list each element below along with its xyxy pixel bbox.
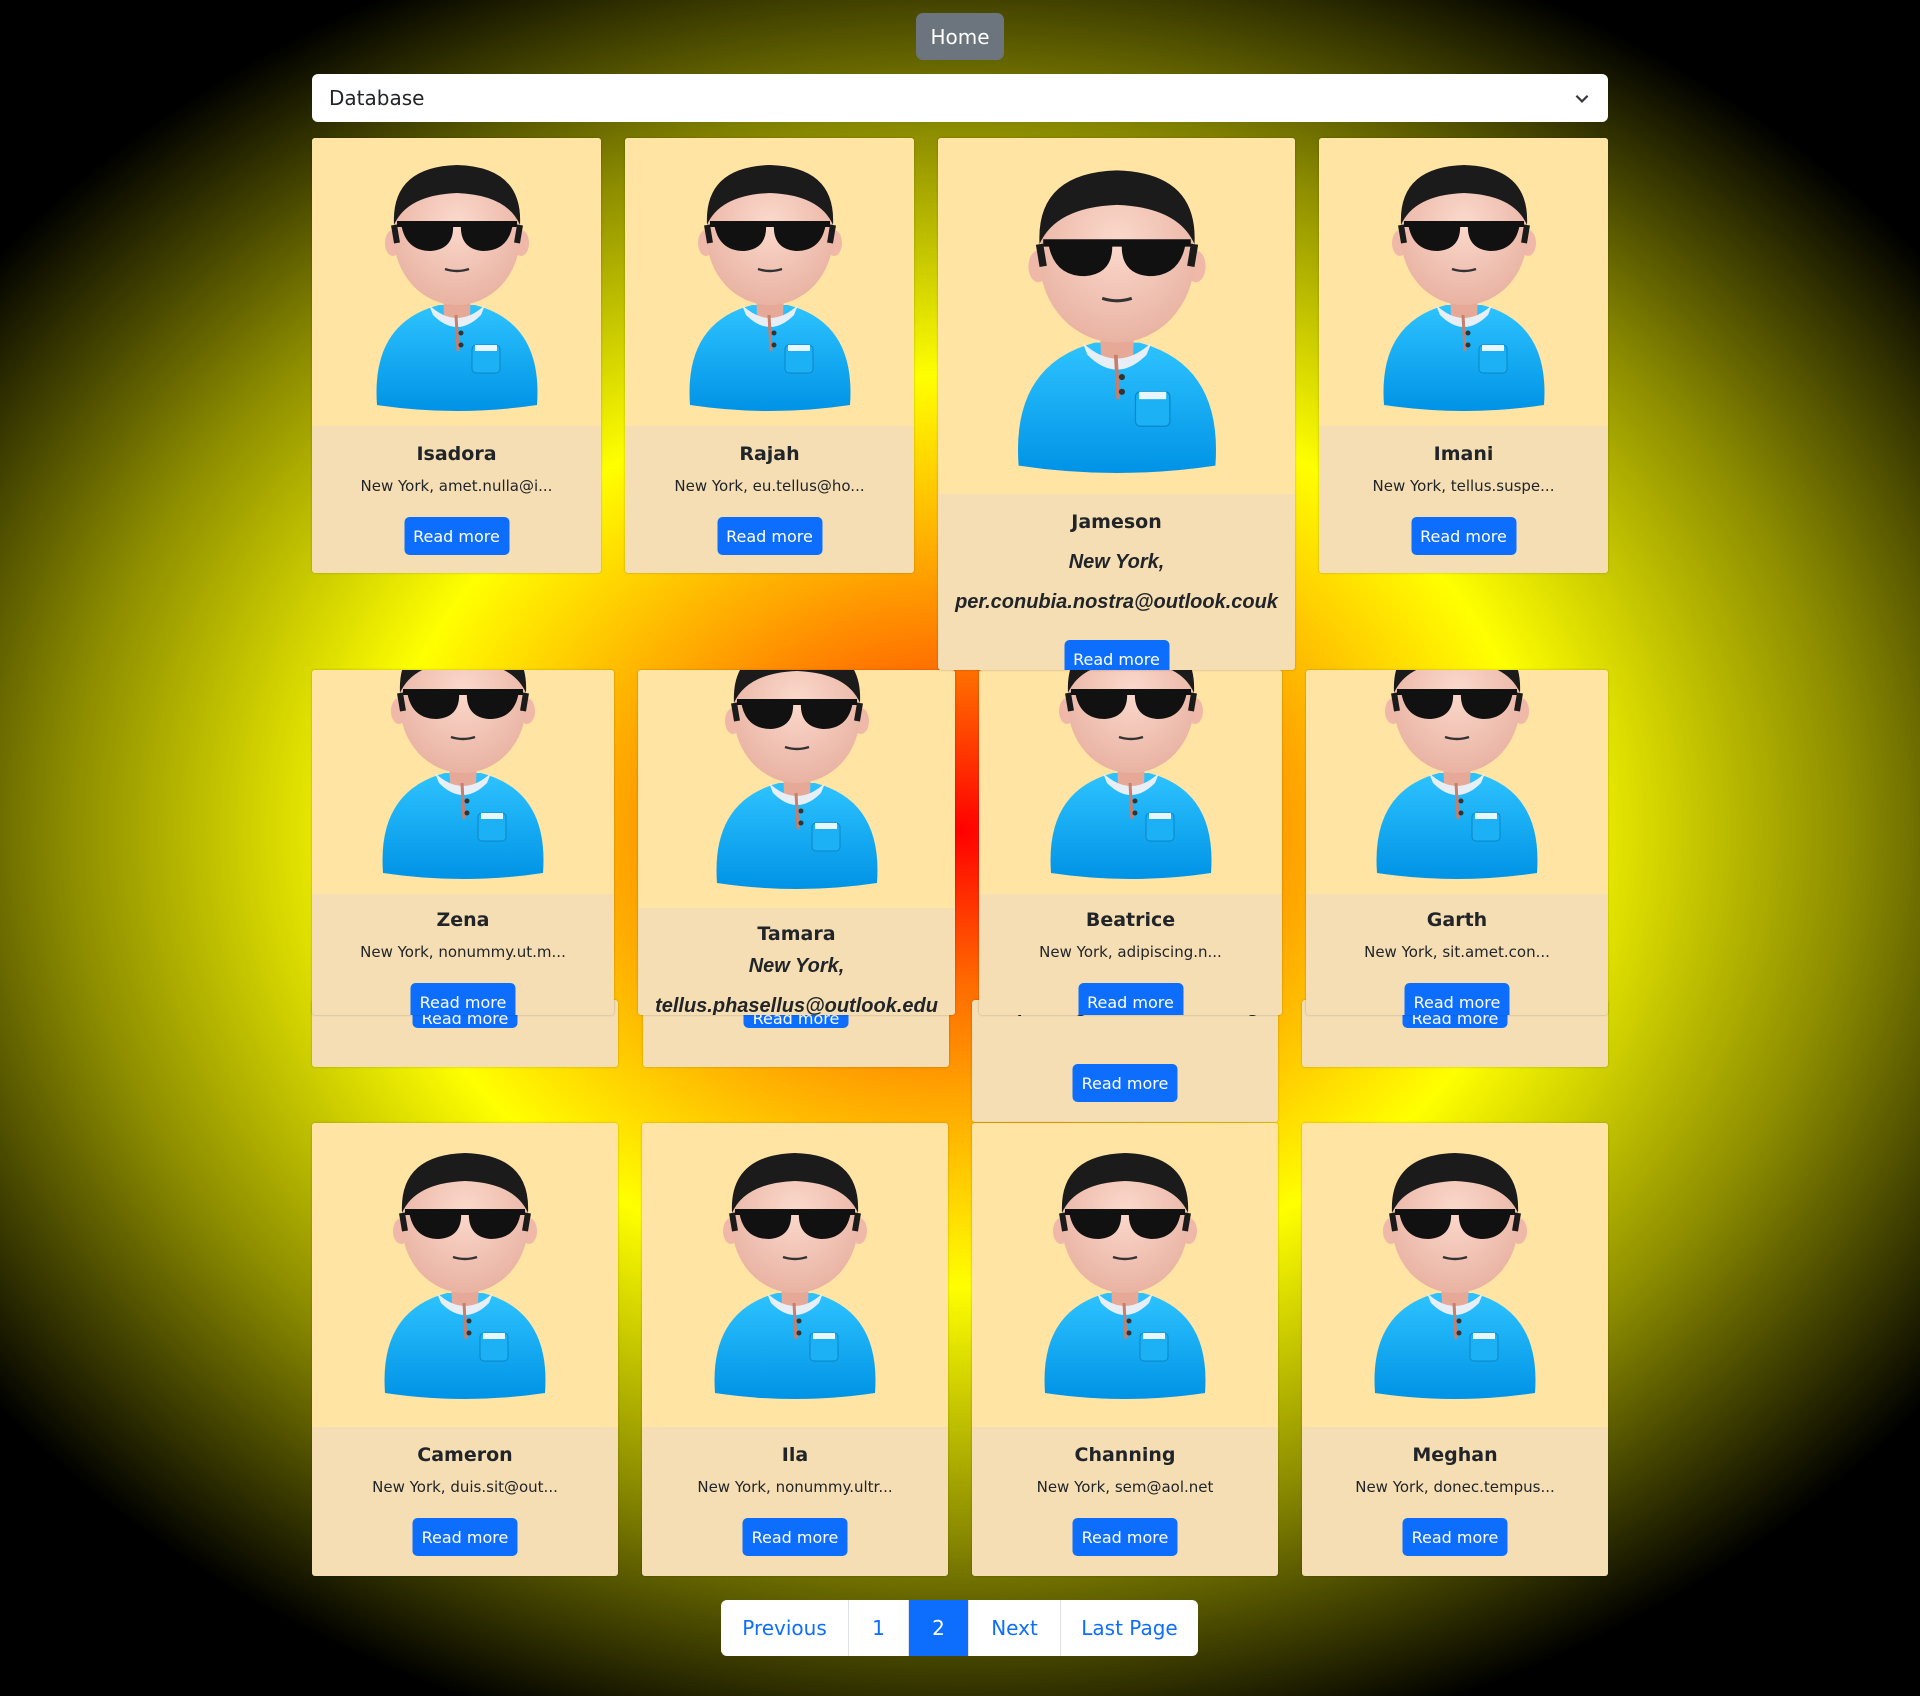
read-more-button[interactable]: Read more — [1072, 1518, 1178, 1556]
profile-card-beatrice: Beatrice New York, adipiscing.n... Read … — [979, 670, 1282, 1015]
card-name: Cameron — [417, 1444, 513, 1466]
read-more-button[interactable]: Read more — [1402, 1518, 1508, 1556]
avatar — [312, 1123, 618, 1427]
profile-card-channing: Channing New York, sem@aol.net Read more — [972, 1123, 1278, 1576]
read-more-button[interactable]: Read more — [1078, 983, 1183, 1015]
profile-card-tamara: Tamara New York, tellus.phasellus@outloo… — [638, 670, 955, 1015]
card-info: New York, eu.tellus@ho... — [674, 477, 865, 495]
profile-card-imani: Imani New York, tellus.suspe... Read mor… — [1319, 138, 1608, 573]
read-more-button[interactable]: Read more — [410, 983, 516, 1015]
card-info: New York, nonummy.ut.m... — [360, 943, 566, 961]
read-more-button[interactable]: Read more — [1064, 640, 1169, 670]
card-info: New York, donec.tempus... — [1355, 1478, 1555, 1496]
card-name: Jameson — [1071, 511, 1162, 533]
pagination-last-page[interactable]: Last Page — [1061, 1600, 1198, 1656]
profile-card-rajah: Rajah New York, eu.tellus@ho... Read mor… — [625, 138, 914, 573]
card-info-line1: New York, — [748, 955, 845, 977]
card-info: New York, sem@aol.net — [1036, 1478, 1214, 1496]
card-info-line2: tellus.phasellus@outlook.edu — [655, 995, 938, 1015]
card-info: New York, duis.sit@out... — [372, 1478, 558, 1496]
pagination-next[interactable]: Next — [969, 1600, 1061, 1656]
card-info: New York, tellus.suspe... — [1372, 477, 1555, 495]
avatar — [312, 138, 601, 426]
category-select-value: Database — [329, 86, 425, 110]
card-name: Zena — [436, 909, 490, 931]
read-more-button[interactable]: Read more — [404, 517, 509, 555]
card-info: New York, sit.amet.con... — [1364, 943, 1550, 961]
profile-card-garth: Garth New York, sit.amet.con... Read mor… — [1306, 670, 1608, 1015]
card-info: New York, amet.nulla@i... — [360, 477, 553, 495]
pagination-previous[interactable]: Previous — [721, 1600, 849, 1656]
avatar — [972, 1123, 1278, 1427]
card-name: Ila — [781, 1444, 809, 1466]
category-select[interactable]: Database — [312, 74, 1608, 122]
profile-card-isadora: Isadora New York, amet.nulla@i... Read m… — [312, 138, 601, 573]
avatar — [312, 670, 614, 894]
avatar — [642, 1123, 948, 1427]
read-more-button[interactable]: Read more — [1072, 1064, 1178, 1102]
card-info: New York, nonummy.ultr... — [697, 1478, 893, 1496]
read-more-button[interactable]: Read more — [1411, 517, 1516, 555]
card-info: New York, adipiscing.n... — [1039, 943, 1222, 961]
avatar — [638, 670, 955, 908]
read-more-button[interactable]: Read more — [717, 517, 822, 555]
avatar — [1306, 670, 1608, 894]
pagination-page-1[interactable]: 1 — [849, 1600, 909, 1656]
card-info-line2: per.conubia.nostra@outlook.couk — [955, 591, 1278, 613]
profile-card-meghan: Meghan New York, donec.tempus... Read mo… — [1302, 1123, 1608, 1576]
card-name: Rajah — [739, 443, 800, 465]
card-name: Beatrice — [1085, 909, 1176, 931]
avatar — [1319, 138, 1608, 426]
avatar — [938, 138, 1295, 494]
read-more-button[interactable]: Read more — [1404, 983, 1510, 1015]
card-name: Channing — [1074, 1444, 1176, 1466]
profile-card-ila: Ila New York, nonummy.ultr... Read more — [642, 1123, 948, 1576]
profile-card-zena: Zena New York, nonummy.ut.m... Read more — [312, 670, 614, 1015]
card-name: Meghan — [1412, 1444, 1498, 1466]
avatar — [979, 670, 1282, 894]
profile-card-cameron: Cameron New York, duis.sit@out... Read m… — [312, 1123, 618, 1576]
read-more-button[interactable]: Read more — [742, 1518, 848, 1556]
home-button[interactable]: Home — [916, 13, 1004, 60]
profile-card-jameson: Jameson New York, per.conubia.nostra@out… — [938, 138, 1295, 670]
chevron-down-icon — [1575, 94, 1589, 103]
avatar — [1302, 1123, 1608, 1427]
card-name: Imani — [1433, 443, 1494, 465]
pagination: Previous 1 2 Next Last Page — [721, 1600, 1198, 1656]
avatar — [625, 138, 914, 426]
profile-card-beatrice-back: adipiscing.non@outlook.org Read more — [972, 1000, 1278, 1122]
card-name: Garth — [1426, 909, 1488, 931]
read-more-button[interactable]: Read more — [412, 1518, 518, 1556]
card-name: Tamara — [757, 923, 836, 945]
card-name: Isadora — [416, 443, 497, 465]
pagination-page-2[interactable]: 2 — [909, 1600, 969, 1656]
card-info-line1: New York, — [1068, 551, 1165, 573]
